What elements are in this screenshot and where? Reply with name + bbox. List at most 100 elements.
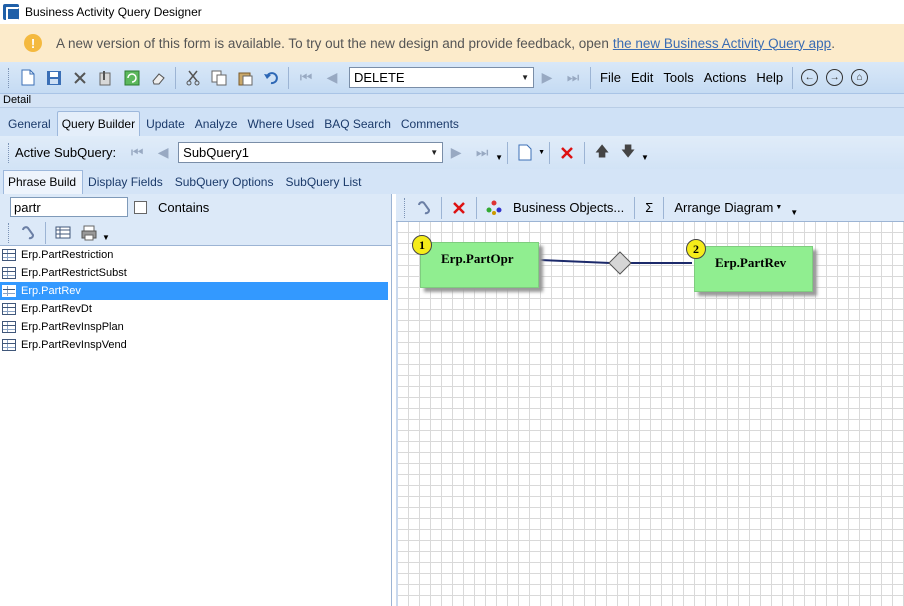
table-search-input[interactable]	[10, 197, 128, 217]
diagram-canvas[interactable]: 1 Erp.PartOpr 2 Erp.PartRev	[396, 222, 904, 606]
copy-icon[interactable]	[208, 67, 230, 89]
link-icon[interactable]	[413, 197, 435, 219]
tab-comments[interactable]: Comments	[397, 112, 463, 136]
move-up-icon[interactable]: 🡅	[591, 142, 613, 164]
table-icon	[2, 303, 16, 315]
tab-subquery-options[interactable]: SubQuery Options	[170, 171, 281, 194]
toolbar-grip[interactable]	[404, 197, 407, 218]
last-subquery-icon[interactable]: ⏭	[471, 142, 493, 164]
table-icon	[2, 339, 16, 351]
chevron-down-icon[interactable]: ▼	[521, 73, 529, 82]
table-node-partrev[interactable]: 2 Erp.PartRev	[686, 239, 813, 292]
node-label: Erp.PartOpr	[441, 251, 514, 266]
main-toolbar: ⏮ ◀ DELETE ▼ ▶ ⏭ File Edit Tools Actions…	[0, 62, 904, 94]
tab-query-builder[interactable]: Query Builder	[56, 111, 141, 136]
delete-subquery-icon[interactable]	[556, 142, 578, 164]
cut-icon[interactable]	[182, 67, 204, 89]
new-app-link[interactable]: the new Business Activity Query app	[613, 36, 831, 51]
new-icon[interactable]	[17, 67, 39, 89]
tab-display-fields[interactable]: Display Fields	[83, 171, 170, 194]
toolbar-separator	[584, 141, 586, 164]
warning-icon: !	[24, 34, 42, 52]
tab-phrase-build[interactable]: Phrase Build	[3, 170, 84, 194]
next-subquery-icon[interactable]: ▶	[445, 142, 467, 164]
diagram-panel: Business Objects... Σ Arrange Diagram ▼ …	[396, 194, 904, 606]
print-icon[interactable]	[78, 222, 100, 244]
save-icon[interactable]	[43, 67, 65, 89]
menu-actions[interactable]: Actions	[699, 70, 752, 85]
arrange-diagram-button[interactable]: Arrange Diagram	[674, 200, 773, 215]
first-record-icon[interactable]: ⏮	[295, 67, 317, 89]
overflow-icon[interactable]: ▼	[641, 153, 649, 162]
remove-table-icon[interactable]	[448, 197, 470, 219]
business-objects-button[interactable]: Business Objects...	[513, 200, 624, 215]
node-label: Erp.PartRev	[715, 255, 787, 270]
query-id-combo[interactable]: DELETE ▼	[349, 67, 534, 88]
menu-help[interactable]: Help	[751, 70, 788, 85]
table-icon	[2, 249, 16, 261]
table-view-icon[interactable]	[52, 222, 74, 244]
list-item[interactable]: Erp.PartRevInspVend	[0, 336, 391, 354]
home-icon[interactable]: ⌂	[851, 69, 869, 86]
back-icon[interactable]: ←	[801, 69, 819, 86]
toolbar-grip[interactable]	[8, 67, 11, 88]
toolbar-separator	[288, 66, 289, 89]
list-item-selected[interactable]: Erp.PartRev	[0, 282, 388, 300]
title-bar: Business Activity Query Designer	[0, 0, 904, 24]
list-item[interactable]: Erp.PartRevInspPlan	[0, 318, 391, 336]
first-subquery-icon[interactable]: ⏮	[126, 142, 148, 164]
main-tabs: General Query Builder Update Analyze Whe…	[0, 108, 904, 136]
diagram-toolbar: Business Objects... Σ Arrange Diagram ▼ …	[396, 194, 904, 222]
tab-where-used[interactable]: Where Used	[243, 112, 318, 136]
menu-edit[interactable]: Edit	[626, 70, 658, 85]
tab-general[interactable]: General	[4, 112, 55, 136]
sigma-button[interactable]: Σ	[645, 200, 653, 215]
previous-record-icon[interactable]: ◀	[321, 67, 343, 89]
business-objects-icon[interactable]	[483, 197, 505, 219]
menu-file[interactable]: File	[595, 70, 626, 85]
detail-label: Detail	[0, 94, 904, 108]
list-item[interactable]: Erp.PartRestriction	[0, 246, 391, 264]
chevron-down-icon[interactable]: ▼	[430, 148, 438, 157]
link-icon[interactable]	[17, 222, 39, 244]
tab-update[interactable]: Update	[142, 112, 189, 136]
list-item[interactable]: Erp.PartRestrictSubst	[0, 264, 391, 282]
node-number-badge: 1	[412, 235, 432, 255]
table-icon	[2, 267, 16, 279]
new-version-banner: ! A new version of this form is availabl…	[0, 24, 904, 62]
list-item[interactable]: Erp.PartRevDt	[0, 300, 391, 318]
toolbar-grip[interactable]	[8, 222, 11, 243]
paste-icon[interactable]	[234, 67, 256, 89]
table-tools: ▼	[0, 220, 391, 246]
refresh-icon[interactable]	[121, 67, 143, 89]
active-subquery-label: Active SubQuery:	[15, 145, 117, 160]
next-record-icon[interactable]: ▶	[536, 67, 558, 89]
contains-checkbox[interactable]	[134, 200, 147, 214]
toolbar-separator	[45, 221, 46, 244]
chevron-down-icon[interactable]: ▼	[775, 204, 782, 211]
overflow-icon[interactable]: ▼	[495, 153, 503, 162]
toolbar-grip[interactable]	[8, 142, 11, 163]
contains-label: Contains	[158, 199, 210, 215]
tab-analyze[interactable]: Analyze	[191, 112, 242, 136]
undo-icon[interactable]	[260, 67, 282, 89]
subquery-combo[interactable]: SubQuery1 ▼	[178, 142, 444, 163]
table-icon	[2, 285, 16, 297]
attachment-icon[interactable]	[95, 67, 117, 89]
last-record-icon[interactable]: ⏭	[562, 67, 584, 89]
tab-subquery-list[interactable]: SubQuery List	[280, 171, 368, 194]
overflow-icon[interactable]: ▼	[790, 208, 798, 217]
new-subquery-icon[interactable]	[514, 142, 536, 164]
overflow-icon[interactable]: ▼	[102, 233, 110, 242]
toolbar-separator	[663, 196, 665, 219]
clear-icon[interactable]	[147, 67, 169, 89]
delete-icon[interactable]	[69, 67, 91, 89]
move-down-icon[interactable]: 🡇	[617, 142, 639, 164]
tab-baq-search[interactable]: BAQ Search	[320, 112, 395, 136]
menu-tools[interactable]: Tools	[658, 70, 698, 85]
table-node-partopr[interactable]: 1 Erp.PartOpr	[412, 235, 539, 288]
chevron-down-icon[interactable]: ▼	[538, 149, 545, 156]
query-id-value: DELETE	[354, 70, 405, 85]
forward-icon[interactable]: →	[826, 69, 844, 86]
previous-subquery-icon[interactable]: ◀	[152, 142, 174, 164]
